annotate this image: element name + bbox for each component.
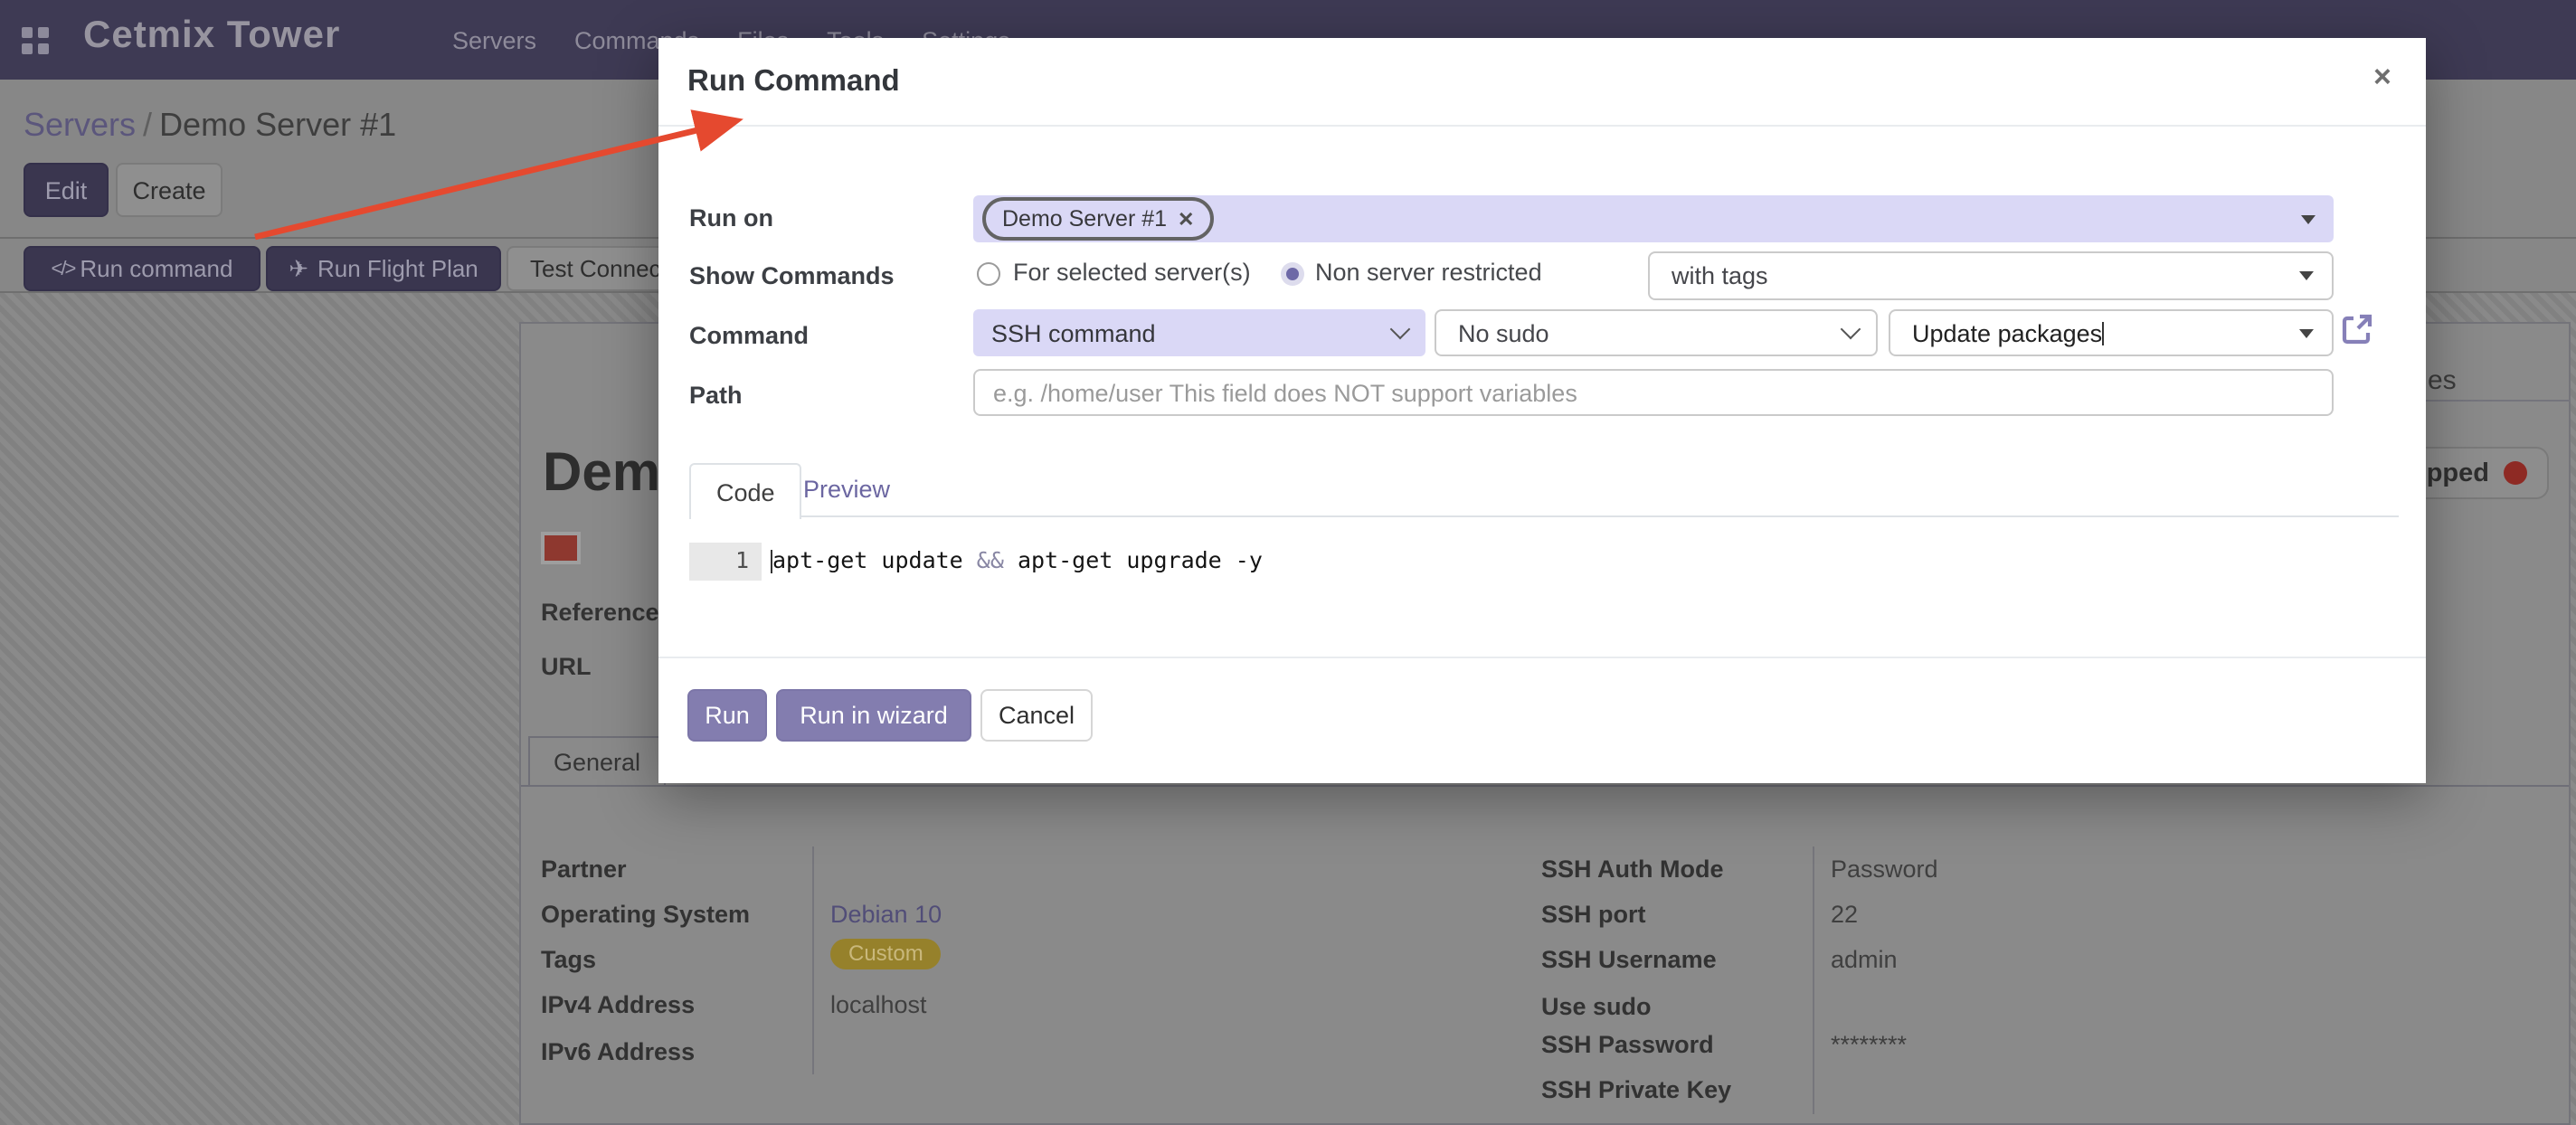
radio-for-selected-servers-label[interactable]: For selected server(s): [1013, 259, 1251, 286]
plane-icon: ✈: [289, 254, 308, 283]
modal-title: Run Command: [687, 65, 900, 99]
apps-grid-icon[interactable]: [22, 27, 49, 54]
tag-custom-badge: Custom: [830, 939, 942, 969]
dropdown-caret-icon[interactable]: [2301, 214, 2316, 223]
tags-filter-select[interactable]: with tags: [1648, 251, 2334, 300]
screen: Cetmix Tower Servers Commands Files Tool…: [0, 0, 2576, 1125]
run-flight-plan-label: Run Flight Plan: [317, 255, 478, 282]
tags-label: Tags: [541, 946, 596, 973]
command-autocomplete-input[interactable]: Update packages: [1889, 309, 2334, 356]
tags-filter-value: with tags: [1672, 262, 1768, 289]
code-text: apt-get update: [772, 546, 977, 573]
command-label: Command: [689, 322, 809, 349]
run-button[interactable]: Run: [687, 689, 767, 742]
sudo-value: No sudo: [1458, 319, 1549, 346]
sudo-select[interactable]: No sudo: [1435, 309, 1878, 356]
server-tag: Demo Server #1 ✕: [982, 197, 1214, 241]
status-dot-icon: [2504, 461, 2527, 485]
edit-button[interactable]: Edit: [24, 163, 109, 217]
external-link-icon[interactable]: [2341, 313, 2373, 345]
command-type-select[interactable]: SSH command: [973, 309, 1425, 356]
path-input[interactable]: [973, 369, 2334, 416]
ssh-port-value: 22: [1831, 901, 1858, 928]
command-type-value: SSH command: [991, 319, 1156, 346]
breadcrumb-servers-link[interactable]: Servers: [24, 107, 136, 143]
show-commands-label: Show Commands: [689, 262, 895, 289]
radio-non-server-restricted-label[interactable]: Non server restricted: [1315, 259, 1542, 286]
tab-general[interactable]: General: [528, 736, 666, 787]
ssh-private-key-label: SSH Private Key: [1541, 1076, 1731, 1103]
tab-preview[interactable]: Preview: [803, 476, 890, 503]
code-text: apt-get upgrade -y: [1004, 546, 1263, 573]
select-chevron-icon: [1390, 319, 1411, 340]
partner-label: Partner: [541, 856, 627, 883]
run-command-label: Run command: [80, 255, 232, 282]
run-command-modal: Run Command × Run on Demo Server #1 ✕ Sh…: [658, 38, 2426, 783]
info-divider: [1813, 846, 1814, 1114]
code-operator: &&: [977, 546, 1004, 573]
run-in-wizard-button[interactable]: Run in wizard: [776, 689, 971, 742]
menu-item-servers[interactable]: Servers: [452, 26, 536, 53]
code-editor-line[interactable]: apt-get update && apt-get upgrade -y: [771, 546, 1263, 573]
code-line-number: 1: [689, 543, 762, 581]
modal-tabs-underline: [689, 515, 2399, 517]
url-label: URL: [541, 653, 592, 680]
reference-label: Reference: [541, 599, 659, 626]
run-on-field[interactable]: Demo Server #1 ✕: [973, 195, 2334, 242]
radio-non-server-restricted[interactable]: [1281, 262, 1304, 286]
breadcrumb-separator: /: [136, 107, 159, 143]
command-value: Update packages: [1912, 319, 2102, 346]
cancel-button[interactable]: Cancel: [980, 689, 1093, 742]
radio-for-selected-servers[interactable]: [977, 262, 1000, 286]
breadcrumb: Servers/Demo Server #1: [24, 107, 396, 145]
run-on-label: Run on: [689, 204, 773, 232]
ssh-auth-mode-label: SSH Auth Mode: [1541, 856, 1724, 883]
status-badge-label: pped: [2427, 459, 2489, 487]
server-tag-label: Demo Server #1: [1002, 206, 1167, 232]
app-title: Cetmix Tower: [83, 14, 340, 58]
ssh-port-label: SSH port: [1541, 901, 1646, 928]
breadcrumb-current: Demo Server #1: [159, 107, 396, 143]
ssh-auth-mode-value: Password: [1831, 856, 1938, 883]
server-color-swatch[interactable]: [541, 532, 581, 564]
run-command-button[interactable]: </> Run command: [24, 246, 260, 291]
tags-value: Custom: [830, 937, 942, 969]
ssh-password-value: ********: [1831, 1031, 1907, 1058]
tab-code[interactable]: Code: [689, 463, 802, 519]
close-icon[interactable]: ×: [2373, 60, 2391, 96]
dropdown-caret-icon: [2299, 271, 2314, 280]
ssh-username-label: SSH Username: [1541, 946, 1717, 973]
notebook-tab-underline: [521, 785, 2569, 787]
modal-footer-divider: [658, 657, 2426, 658]
os-label: Operating System: [541, 901, 750, 928]
path-label: Path: [689, 382, 743, 409]
info-divider: [812, 846, 814, 1074]
ssh-password-label: SSH Password: [1541, 1031, 1714, 1058]
text-cursor: [2102, 321, 2104, 345]
code-icon: </>: [52, 258, 75, 279]
use-sudo-label: Use sudo: [1541, 993, 1652, 1020]
stat-button-partial-text: es: [2428, 365, 2457, 396]
os-value-link[interactable]: Debian 10: [830, 901, 942, 928]
create-button[interactable]: Create: [116, 163, 223, 217]
ipv4-value: localhost: [830, 991, 927, 1018]
ipv6-label: IPv6 Address: [541, 1038, 695, 1065]
ssh-username-value: admin: [1831, 946, 1898, 973]
ipv4-label: IPv4 Address: [541, 991, 695, 1018]
select-chevron-icon: [1841, 319, 1861, 340]
modal-header-divider: [658, 125, 2426, 127]
tag-remove-icon[interactable]: ✕: [1178, 207, 1194, 231]
dropdown-caret-icon: [2299, 328, 2314, 337]
run-flight-plan-button[interactable]: ✈ Run Flight Plan: [266, 246, 501, 291]
